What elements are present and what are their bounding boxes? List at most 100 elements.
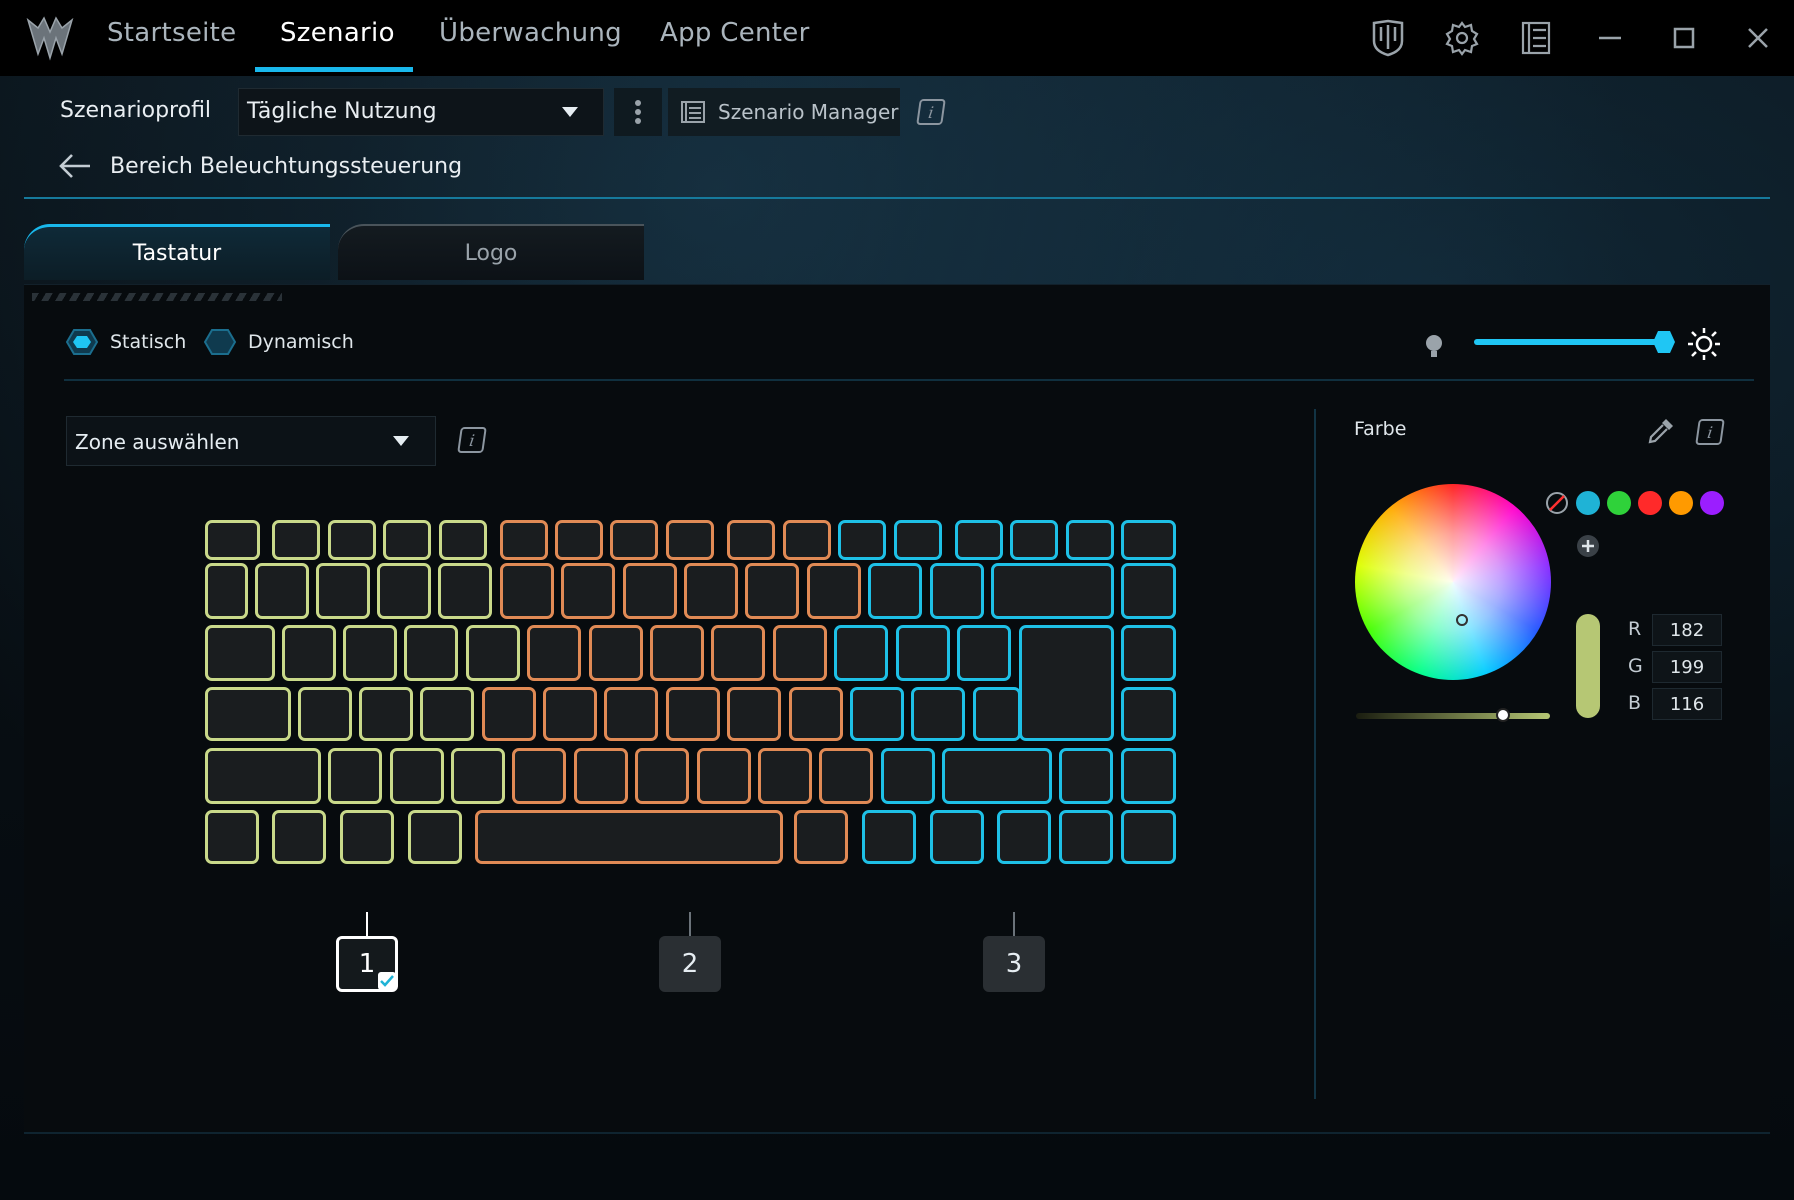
keyboard-key[interactable] (272, 810, 326, 864)
keyboard-key[interactable] (955, 520, 1003, 560)
keyboard-key[interactable] (610, 520, 658, 560)
keyboard-key[interactable] (783, 520, 831, 560)
more-vertical-icon[interactable] (614, 88, 662, 136)
keyboard-key[interactable] (390, 748, 444, 804)
keyboard-key[interactable] (574, 748, 628, 804)
keyboard-key[interactable] (340, 810, 394, 864)
keyboard-key[interactable] (343, 625, 397, 681)
keyboard-key[interactable] (789, 687, 843, 741)
keyboard-key[interactable] (604, 687, 658, 741)
keyboard-key[interactable] (205, 625, 275, 681)
keyboard-key[interactable] (745, 563, 799, 619)
back-arrow-icon[interactable] (58, 152, 92, 180)
keyboard-key[interactable] (666, 687, 720, 741)
keyboard-key[interactable] (1059, 748, 1113, 804)
keyboard-key[interactable] (727, 520, 775, 560)
keyboard-key[interactable] (1121, 625, 1176, 681)
keyboard-key[interactable] (684, 563, 738, 619)
keyboard-key[interactable] (1121, 810, 1176, 864)
keyboard-key[interactable] (359, 687, 413, 741)
keyboard-key[interactable] (697, 748, 751, 804)
keyboard-key[interactable] (838, 520, 886, 560)
nav-tab-monitoring[interactable]: Überwachung (439, 18, 622, 48)
keyboard-key[interactable] (807, 563, 861, 619)
keyboard-key[interactable] (862, 810, 916, 864)
keyboard-key[interactable] (896, 625, 950, 681)
keyboard-key[interactable] (1121, 520, 1176, 560)
keyboard-key[interactable] (711, 625, 765, 681)
keyboard-key[interactable] (383, 520, 431, 560)
eyedropper-icon[interactable] (1646, 416, 1676, 446)
keyboard-key[interactable] (623, 563, 677, 619)
keyboard-key[interactable] (282, 625, 336, 681)
keyboard-key[interactable] (555, 520, 603, 560)
zone-button-2[interactable]: 2 (659, 936, 721, 992)
tab-keyboard[interactable]: Tastatur (24, 224, 330, 280)
nav-tab-app-center[interactable]: App Center (660, 18, 810, 48)
keyboard-key[interactable] (328, 520, 376, 560)
keyboard-key[interactable] (272, 520, 320, 560)
preset-color-swatch[interactable] (1669, 491, 1693, 515)
keyboard-key[interactable] (205, 563, 248, 619)
keyboard-key[interactable] (894, 520, 942, 560)
keyboard-key[interactable] (500, 520, 548, 560)
keyboard-key[interactable] (1010, 520, 1058, 560)
keyboard-key[interactable] (635, 748, 689, 804)
preset-color-swatch[interactable] (1576, 491, 1600, 515)
keyboard-key[interactable] (973, 687, 1021, 741)
brightness-thumb[interactable] (1652, 330, 1676, 354)
zone-button-1[interactable]: 1 (336, 936, 398, 992)
close-icon[interactable] (1734, 14, 1782, 62)
keyboard-key[interactable] (1066, 520, 1114, 560)
keyboard-key[interactable] (794, 810, 848, 864)
keyboard-key[interactable] (439, 520, 487, 560)
keyboard-key[interactable] (255, 563, 309, 619)
keyboard-key[interactable] (316, 563, 370, 619)
preset-color-swatch[interactable] (1638, 491, 1662, 515)
preset-color-swatch[interactable] (1607, 491, 1631, 515)
tab-logo[interactable]: Logo (338, 224, 644, 280)
keyboard-key[interactable] (475, 810, 783, 864)
zone-button-3[interactable]: 3 (983, 936, 1045, 992)
g-input[interactable]: 199 (1652, 651, 1722, 683)
keyboard-key[interactable] (420, 687, 474, 741)
info-icon[interactable]: i (457, 427, 487, 453)
color-wheel-cursor[interactable] (1456, 614, 1468, 626)
keyboard-key[interactable] (377, 563, 431, 619)
keyboard-key[interactable] (527, 625, 581, 681)
lightness-thumb[interactable] (1496, 708, 1510, 722)
add-color-icon[interactable] (1576, 534, 1600, 558)
keyboard-key[interactable] (328, 748, 382, 804)
keyboard-key[interactable] (543, 687, 597, 741)
lightness-slider[interactable] (1356, 708, 1550, 722)
keyboard-key[interactable] (911, 687, 965, 741)
keyboard-key[interactable] (930, 810, 984, 864)
brightness-slider[interactable] (1474, 331, 1675, 353)
keyboard-key[interactable] (666, 520, 714, 560)
keyboard-key[interactable] (205, 748, 321, 804)
minimize-icon[interactable] (1586, 14, 1634, 62)
info-icon[interactable]: i (1695, 419, 1725, 445)
keyboard-key[interactable] (1059, 810, 1113, 864)
keyboard-key[interactable] (773, 625, 827, 681)
keyboard-key[interactable] (482, 687, 536, 741)
keyboard-key[interactable] (500, 563, 554, 619)
keyboard-key[interactable] (205, 810, 259, 864)
no-color-icon[interactable] (1545, 491, 1569, 515)
keyboard-key[interactable] (819, 748, 873, 804)
maximize-icon[interactable] (1660, 14, 1708, 62)
keyboard-key[interactable] (991, 563, 1114, 619)
radio-dynamic[interactable]: Dynamisch (204, 328, 354, 356)
keyboard-key[interactable] (512, 748, 566, 804)
keyboard-key[interactable] (561, 563, 615, 619)
scenario-manager-button[interactable]: Szenario Manager (668, 88, 900, 136)
nav-tab-home[interactable]: Startseite (107, 18, 236, 48)
radio-static[interactable]: Statisch (66, 328, 186, 356)
zone-dropdown[interactable]: Zone auswählen (66, 416, 436, 466)
shield-icon[interactable] (1364, 14, 1412, 62)
keyboard-key[interactable] (930, 563, 984, 619)
keyboard-key[interactable] (298, 687, 352, 741)
keyboard-key[interactable] (589, 625, 643, 681)
gear-icon[interactable] (1438, 14, 1486, 62)
keyboard-key[interactable] (408, 810, 462, 864)
